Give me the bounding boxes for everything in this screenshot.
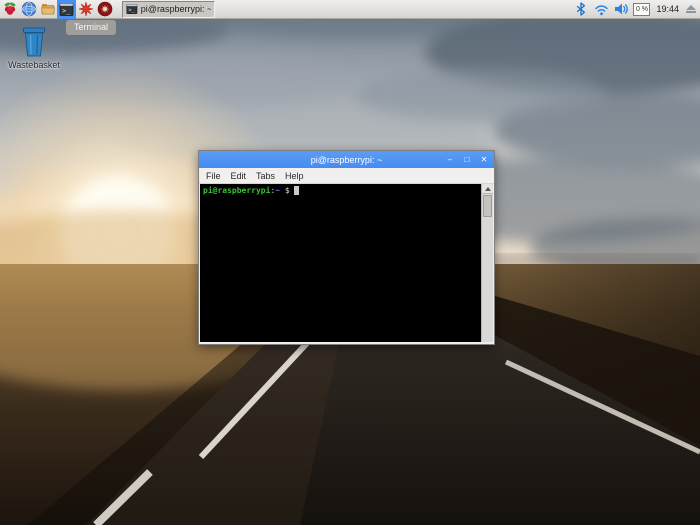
terminal-titlebar[interactable]: pi@raspberrypi: ~ – □ ✕ [199, 151, 494, 168]
eject-icon [686, 5, 696, 10]
minimize-button[interactable]: – [445, 151, 455, 168]
terminal-launcher-button[interactable]: >_ [57, 0, 76, 19]
wastebasket-label: Wastebasket [8, 60, 60, 70]
wastebasket-icon [23, 27, 45, 57]
scrollbar-thumb[interactable] [483, 195, 492, 217]
spikey-icon [78, 1, 93, 17]
close-button[interactable]: ✕ [479, 151, 489, 168]
browser-button[interactable] [19, 0, 38, 19]
wifi-button[interactable] [593, 1, 609, 17]
terminal-tooltip: Terminal [66, 20, 117, 35]
mathematica-button[interactable] [76, 0, 95, 19]
svg-text:>_: >_ [62, 7, 71, 15]
menu-edit[interactable]: Edit [226, 171, 252, 181]
window-title: pi@raspberrypi: ~ [310, 154, 383, 165]
svg-text:>_: >_ [128, 8, 135, 14]
menu-button[interactable] [0, 0, 19, 19]
taskbar-window-button[interactable]: >_ pi@raspberrypi: ~ [122, 0, 215, 18]
volume-icon [614, 3, 628, 15]
terminal-window: pi@raspberrypi: ~ – □ ✕ File Edit Tabs H… [198, 150, 495, 345]
bluetooth-icon [577, 2, 586, 16]
terminal-screen[interactable]: pi@raspberrypi:~ $ [200, 184, 481, 342]
cpu-usage-monitor[interactable]: 0 % [633, 2, 651, 16]
wifi-icon [595, 4, 608, 15]
bluetooth-button[interactable] [573, 1, 589, 17]
taskbar-window-button-label: pi@raspberrypi: ~ [140, 4, 211, 14]
raspberry-icon [4, 2, 15, 15]
terminal-menubar: File Edit Tabs Help [199, 168, 494, 184]
scroll-up-button[interactable] [482, 184, 493, 194]
menu-tabs[interactable]: Tabs [251, 171, 280, 181]
volume-button[interactable] [613, 1, 629, 17]
prompt-symbol: $ [280, 186, 290, 195]
eject-icon-bar [686, 11, 696, 13]
globe-icon [21, 1, 36, 17]
terminal-icon: >_ [126, 4, 138, 14]
terminal-cursor [293, 186, 299, 195]
file-manager-button[interactable] [38, 0, 57, 19]
terminal-icon: >_ [59, 2, 74, 16]
maximize-button[interactable]: □ [462, 151, 472, 168]
taskbar: >_ >_ pi@raspberrypi: ~ 0 % 19:44 [0, 0, 700, 19]
arrow-up-icon [484, 186, 491, 191]
prompt-user-host: pi@raspberrypi [203, 186, 271, 195]
menu-help[interactable]: Help [280, 171, 309, 181]
terminal-scrollbar[interactable] [481, 184, 493, 342]
menu-file[interactable]: File [199, 171, 226, 181]
window-controls: – □ ✕ [445, 151, 489, 168]
system-tray: 0 % 19:44 [573, 0, 700, 19]
wolfram-button[interactable] [95, 0, 114, 19]
clock[interactable]: 19:44 [654, 4, 681, 14]
folder-icon [40, 4, 55, 15]
eject-button[interactable] [685, 5, 697, 13]
wastebasket-desktop-icon[interactable]: Wastebasket [6, 26, 62, 70]
wolfram-icon [97, 1, 112, 17]
launch-bar: >_ [0, 0, 114, 19]
terminal-body: pi@raspberrypi:~ $ [200, 184, 493, 342]
